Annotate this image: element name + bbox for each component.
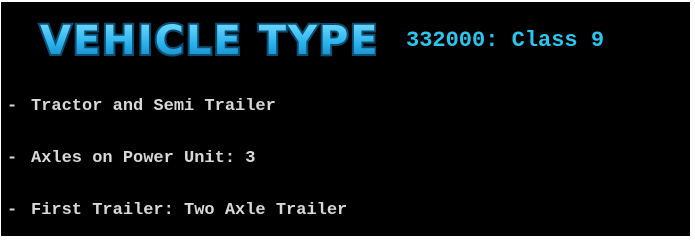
panel-header: VEHICLE TYPE VEHICLE TYPE 332000: Class … bbox=[1, 2, 690, 82]
vehicle-type-panel: VEHICLE TYPE VEHICLE TYPE 332000: Class … bbox=[1, 2, 690, 236]
list-item: Axles on Power Unit: 3 bbox=[7, 146, 687, 172]
vehicle-class-label: 332000: Class 9 bbox=[406, 28, 605, 53]
attribute-text: First Trailer: Two Axle Trailer bbox=[31, 201, 348, 220]
vehicle-type-title-logo: VEHICLE TYPE VEHICLE TYPE bbox=[38, 16, 376, 60]
list-item: Tractor and Semi Trailer bbox=[7, 94, 687, 120]
dash-bullet-icon bbox=[7, 94, 31, 120]
vehicle-attribute-list: Tractor and Semi Trailer Axles on Power … bbox=[7, 94, 687, 236]
list-item: First Trailer: Two Axle Trailer bbox=[7, 198, 687, 224]
dash-bullet-icon bbox=[7, 198, 31, 224]
page-title: VEHICLE TYPE bbox=[40, 18, 376, 60]
attribute-text: Tractor and Semi Trailer bbox=[31, 97, 276, 116]
dash-bullet-icon bbox=[7, 146, 31, 172]
attribute-text: Axles on Power Unit: 3 bbox=[31, 149, 256, 168]
